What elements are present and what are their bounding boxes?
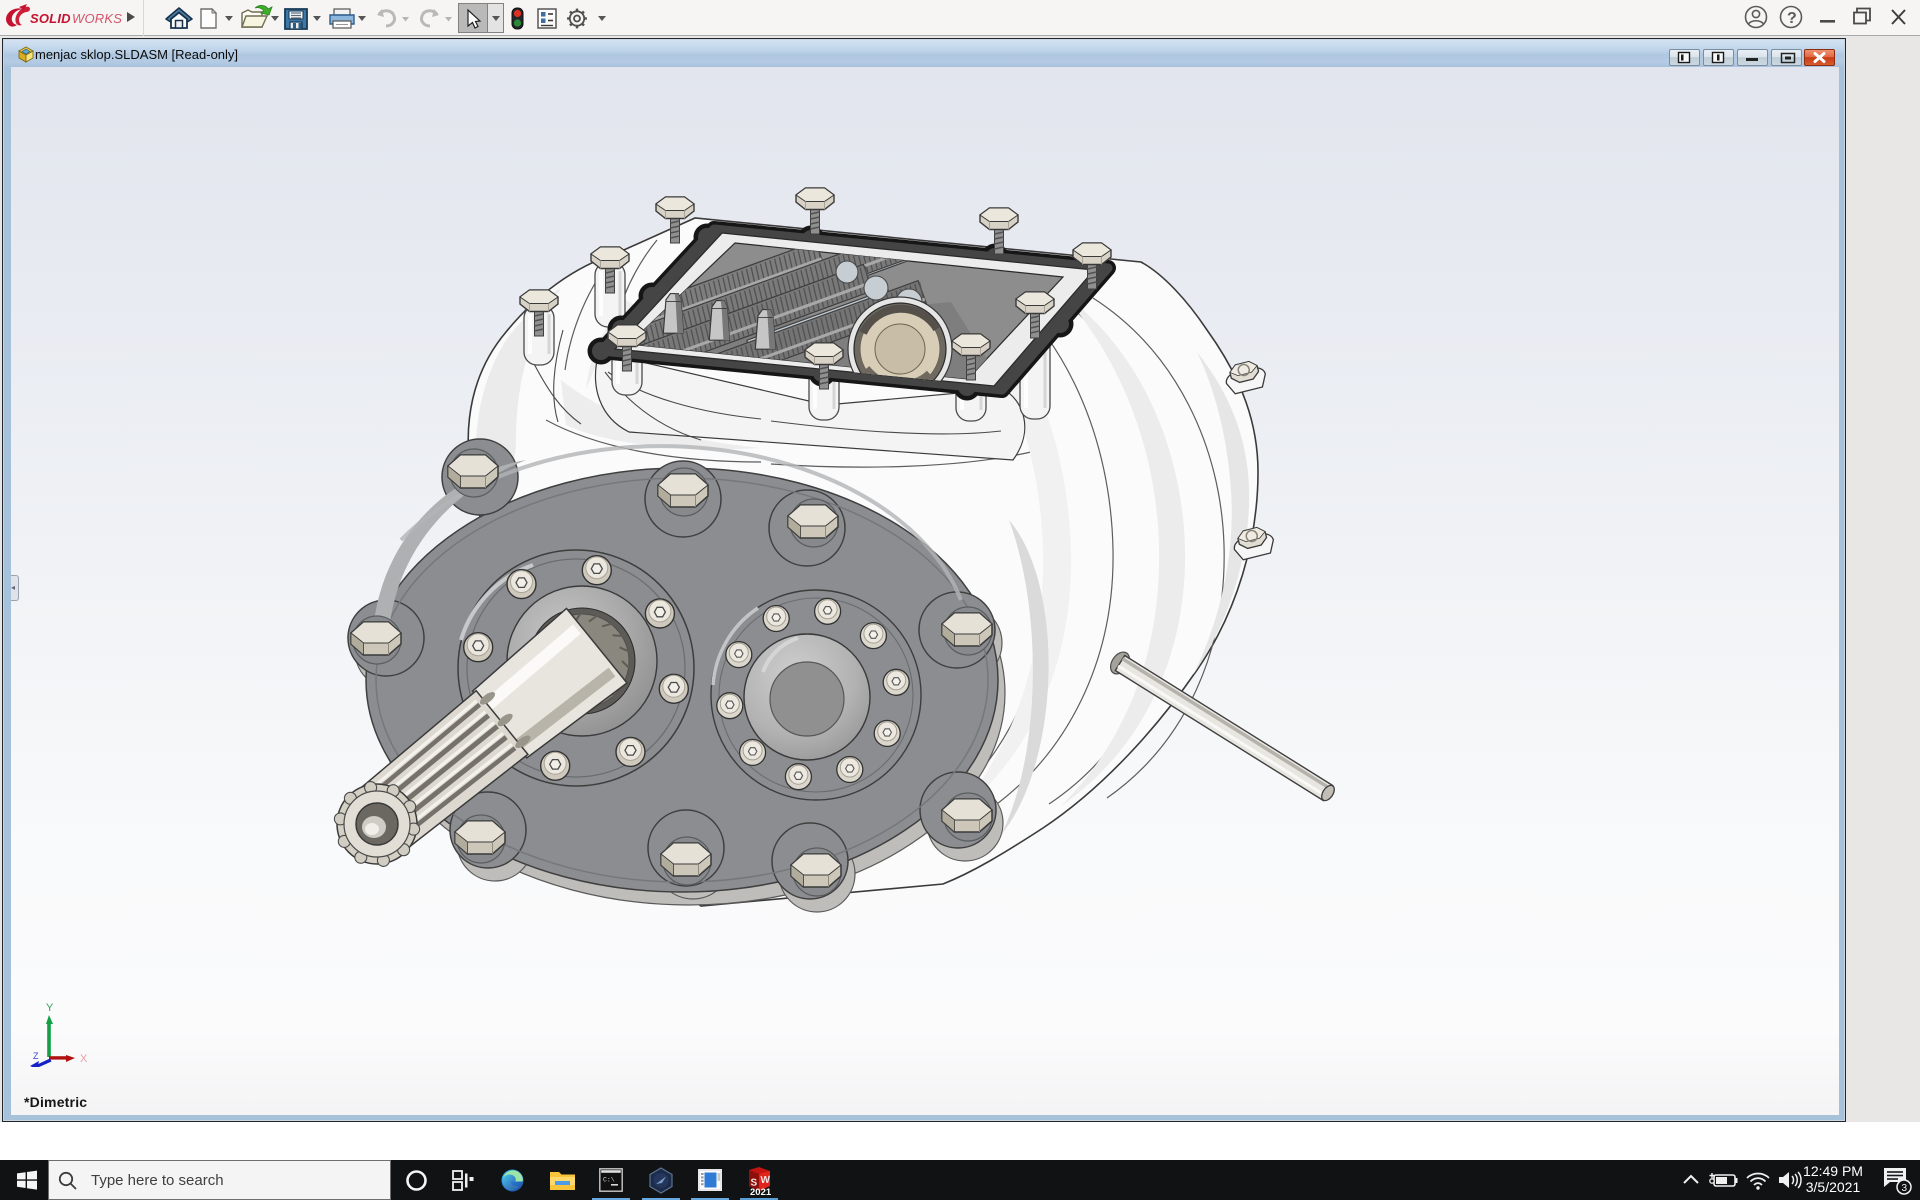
svg-text:C:\: C:\ bbox=[603, 1177, 615, 1184]
svg-text:3: 3 bbox=[1902, 1183, 1908, 1194]
svg-text:Y: Y bbox=[46, 1002, 54, 1014]
svg-text:SOLID: SOLID bbox=[30, 11, 71, 26]
svg-text:?: ? bbox=[1787, 10, 1797, 27]
svg-text:2021: 2021 bbox=[750, 1187, 772, 1196]
svg-text:X: X bbox=[80, 1053, 88, 1065]
svg-text:Z: Z bbox=[33, 1051, 39, 1061]
svg-text:WORKS: WORKS bbox=[72, 11, 122, 26]
svg-text:W: W bbox=[761, 1175, 771, 1187]
